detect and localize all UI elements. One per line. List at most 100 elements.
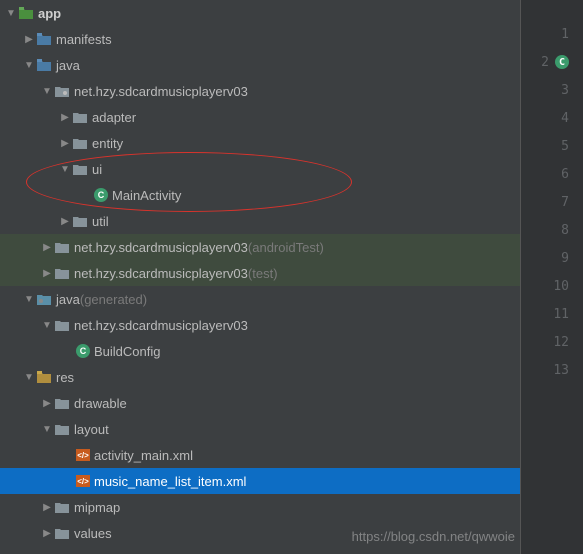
node-suffix: (generated) bbox=[80, 292, 147, 307]
node-label: res bbox=[56, 370, 74, 385]
package-icon bbox=[54, 239, 70, 255]
expand-arrow-icon[interactable]: ▼ bbox=[22, 294, 36, 305]
collapse-arrow-icon[interactable]: ▶ bbox=[40, 242, 54, 253]
gutter-line[interactable]: 2C bbox=[521, 48, 583, 76]
xml-file-icon: </> bbox=[76, 449, 90, 461]
tree-node-activity-main-xml[interactable]: </> activity_main.xml bbox=[0, 442, 520, 468]
collapse-arrow-icon[interactable]: ▶ bbox=[22, 34, 36, 45]
tree-node-music-item-xml[interactable]: </> music_name_list_item.xml bbox=[0, 468, 520, 494]
folder-icon bbox=[36, 57, 52, 73]
expand-arrow-icon[interactable]: ▼ bbox=[22, 372, 36, 383]
node-label: java bbox=[56, 58, 80, 73]
gutter-line[interactable]: 11 bbox=[521, 300, 583, 328]
node-label: mipmap bbox=[74, 500, 120, 515]
node-label: net.hzy.sdcardmusicplayerv03 bbox=[74, 240, 248, 255]
folder-icon bbox=[54, 525, 70, 541]
node-label: BuildConfig bbox=[94, 344, 161, 359]
tree-node-java[interactable]: ▼ java bbox=[0, 52, 520, 78]
gutter-line[interactable]: 8 bbox=[521, 216, 583, 244]
package-icon bbox=[72, 109, 88, 125]
class-icon: C bbox=[76, 344, 90, 358]
folder-icon bbox=[36, 31, 52, 47]
collapse-arrow-icon[interactable]: ▶ bbox=[58, 138, 72, 149]
tree-node-package-test[interactable]: ▶ net.hzy.sdcardmusicplayerv03 (test) bbox=[0, 260, 520, 286]
gutter-line[interactable]: 9 bbox=[521, 244, 583, 272]
gutter-line[interactable]: 12 bbox=[521, 328, 583, 356]
tree-node-values[interactable]: ▶ values bbox=[0, 520, 520, 546]
node-label: manifests bbox=[56, 32, 112, 47]
tree-node-entity[interactable]: ▶ entity bbox=[0, 130, 520, 156]
tree-node-res[interactable]: ▼ res bbox=[0, 364, 520, 390]
node-label: adapter bbox=[92, 110, 136, 125]
node-label: values bbox=[74, 526, 112, 541]
gutter-line[interactable]: 5 bbox=[521, 132, 583, 160]
expand-arrow-icon[interactable]: ▼ bbox=[4, 8, 18, 19]
node-label: java bbox=[56, 292, 80, 307]
collapse-arrow-icon[interactable]: ▶ bbox=[40, 502, 54, 513]
package-icon bbox=[72, 161, 88, 177]
folder-icon bbox=[54, 395, 70, 411]
tree-node-util[interactable]: ▶ util bbox=[0, 208, 520, 234]
tree-node-app[interactable]: ▼ app bbox=[0, 0, 520, 26]
node-label: drawable bbox=[74, 396, 127, 411]
expand-arrow-icon[interactable]: ▼ bbox=[40, 424, 54, 435]
package-icon bbox=[72, 135, 88, 151]
gutter-line[interactable]: 3 bbox=[521, 76, 583, 104]
node-label: net.hzy.sdcardmusicplayerv03 bbox=[74, 84, 248, 99]
expand-arrow-icon[interactable]: ▼ bbox=[58, 164, 72, 175]
node-label: net.hzy.sdcardmusicplayerv03 bbox=[74, 266, 248, 281]
xml-file-icon: </> bbox=[76, 475, 90, 487]
folder-icon bbox=[54, 499, 70, 515]
gutter-line[interactable]: 1 bbox=[521, 20, 583, 48]
project-tree-panel: ▼ app ▶ manifests ▼ java ▼ net.hzy.sdcar… bbox=[0, 0, 520, 554]
collapse-arrow-icon[interactable]: ▶ bbox=[40, 268, 54, 279]
tree-node-package-main[interactable]: ▼ net.hzy.sdcardmusicplayerv03 bbox=[0, 78, 520, 104]
module-icon bbox=[18, 5, 34, 21]
node-suffix: (test) bbox=[248, 266, 278, 281]
expand-arrow-icon[interactable]: ▼ bbox=[40, 320, 54, 331]
tree-node-package-androidtest[interactable]: ▶ net.hzy.sdcardmusicplayerv03 (androidT… bbox=[0, 234, 520, 260]
node-label: entity bbox=[92, 136, 123, 151]
class-icon: C bbox=[94, 188, 108, 202]
tree-node-main-activity[interactable]: C MainActivity bbox=[0, 182, 520, 208]
package-icon bbox=[54, 265, 70, 281]
tree-node-java-generated[interactable]: ▼ java (generated) bbox=[0, 286, 520, 312]
node-suffix: (androidTest) bbox=[248, 240, 324, 255]
node-label: layout bbox=[74, 422, 109, 437]
node-label: util bbox=[92, 214, 109, 229]
tree-node-ui[interactable]: ▼ ui bbox=[0, 156, 520, 182]
collapse-arrow-icon[interactable]: ▶ bbox=[40, 398, 54, 409]
editor-gutter: 1 2C 3 4 5 6 7 8 9 10 11 12 13 bbox=[520, 0, 583, 554]
collapse-arrow-icon[interactable]: ▶ bbox=[40, 528, 54, 539]
tree-node-gradle-scripts[interactable]: ▶ Gradle Scripts bbox=[0, 546, 520, 554]
folder-icon bbox=[54, 421, 70, 437]
node-label: MainActivity bbox=[112, 188, 181, 203]
package-icon bbox=[72, 213, 88, 229]
tree-node-package-gen[interactable]: ▼ net.hzy.sdcardmusicplayerv03 bbox=[0, 312, 520, 338]
collapse-arrow-icon[interactable]: ▶ bbox=[58, 112, 72, 123]
tree-node-build-config[interactable]: C BuildConfig bbox=[0, 338, 520, 364]
gutter-line[interactable]: 7 bbox=[521, 188, 583, 216]
expand-arrow-icon[interactable]: ▼ bbox=[40, 86, 54, 97]
node-label: music_name_list_item.xml bbox=[94, 474, 246, 489]
tree-node-mipmap[interactable]: ▶ mipmap bbox=[0, 494, 520, 520]
class-gutter-icon[interactable]: C bbox=[555, 55, 569, 69]
generated-folder-icon bbox=[36, 291, 52, 307]
gutter-line[interactable]: 6 bbox=[521, 160, 583, 188]
gutter-line[interactable]: 13 bbox=[521, 356, 583, 384]
tree-node-layout[interactable]: ▼ layout bbox=[0, 416, 520, 442]
node-label: ui bbox=[92, 162, 102, 177]
collapse-arrow-icon[interactable]: ▶ bbox=[58, 216, 72, 227]
tree-node-adapter[interactable]: ▶ adapter bbox=[0, 104, 520, 130]
package-icon bbox=[54, 317, 70, 333]
gutter-line[interactable]: 10 bbox=[521, 272, 583, 300]
resource-folder-icon bbox=[36, 369, 52, 385]
node-label: app bbox=[38, 6, 61, 21]
tree-node-drawable[interactable]: ▶ drawable bbox=[0, 390, 520, 416]
tree-node-manifests[interactable]: ▶ manifests bbox=[0, 26, 520, 52]
gutter-line[interactable]: 4 bbox=[521, 104, 583, 132]
package-icon bbox=[54, 83, 70, 99]
node-label: activity_main.xml bbox=[94, 448, 193, 463]
expand-arrow-icon[interactable]: ▼ bbox=[22, 60, 36, 71]
node-label: net.hzy.sdcardmusicplayerv03 bbox=[74, 318, 248, 333]
